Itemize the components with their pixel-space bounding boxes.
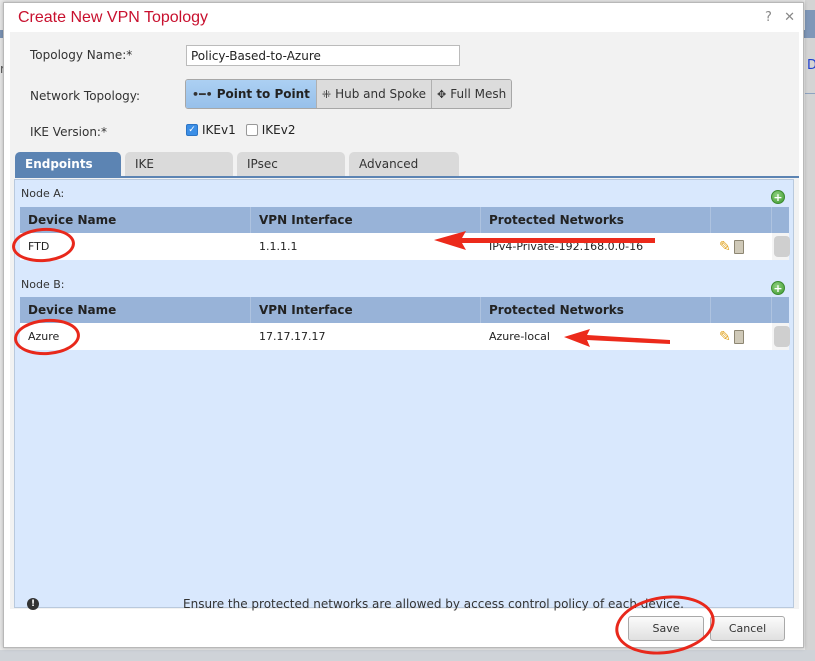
dialog-title: Create New VPN Topology xyxy=(18,9,209,26)
point-to-point-icon: •━• xyxy=(192,87,213,101)
protected-networks-cell: IPv4-Private-192.168.0.0-16 xyxy=(489,240,644,253)
help-icon[interactable]: ? xyxy=(765,10,772,25)
tab-bar: Endpoints IKE IPsec Advanced xyxy=(15,152,459,176)
node-b-table: Device Name VPN Interface Protected Netw… xyxy=(20,297,790,350)
tab-ipsec[interactable]: IPsec xyxy=(237,152,345,176)
delete-icon[interactable] xyxy=(733,239,744,254)
delete-icon[interactable] xyxy=(733,329,744,344)
close-icon[interactable]: ✕ xyxy=(784,10,795,25)
ike-version-label: IKE Version:* xyxy=(30,125,107,139)
tab-ike[interactable]: IKE xyxy=(125,152,233,176)
notice-text: Ensure the protected networks are allowe… xyxy=(183,597,684,611)
background-link[interactable]: D xyxy=(807,58,815,73)
protected-networks-cell: Azure-local xyxy=(489,330,550,343)
tab-endpoints[interactable]: Endpoints xyxy=(15,152,121,176)
vpn-interface-cell: 1.1.1.1 xyxy=(259,240,298,253)
hub-and-spoke-button[interactable]: ⁜ Hub and Spoke xyxy=(315,80,432,108)
node-b-label: Node B: xyxy=(21,278,65,291)
warning-icon: ! xyxy=(27,598,39,610)
topology-name-input[interactable] xyxy=(186,45,460,66)
hub-spoke-icon: ⁜ xyxy=(321,87,332,101)
device-name-cell: Azure xyxy=(28,330,60,343)
network-topology-label: Network Topology: xyxy=(30,89,141,103)
table-header: Device Name VPN Interface Protected Netw… xyxy=(20,207,789,233)
table-header: Device Name VPN Interface Protected Netw… xyxy=(20,297,789,323)
ikev2-checkbox[interactable]: IKEv2 xyxy=(245,123,295,137)
edit-icon[interactable]: ✎ xyxy=(719,239,731,255)
background-right-strip: D xyxy=(805,0,815,650)
column-vpn-interface[interactable]: VPN Interface xyxy=(251,297,481,323)
checkbox-checked-icon: ✓ xyxy=(186,124,198,136)
table-row[interactable]: FTD 1.1.1.1 IPv4-Private-192.168.0.0-16 … xyxy=(20,233,790,260)
create-vpn-topology-dialog: Create New VPN Topology ? ✕ Topology Nam… xyxy=(3,2,804,648)
edit-icon[interactable]: ✎ xyxy=(719,329,731,345)
tab-advanced[interactable]: Advanced xyxy=(349,152,459,176)
scrollbar[interactable] xyxy=(772,323,790,350)
table-row[interactable]: Azure 17.17.17.17 Azure-local ✎ xyxy=(20,323,790,350)
column-vpn-interface[interactable]: VPN Interface xyxy=(251,207,481,233)
ikev1-checkbox[interactable]: ✓ IKEv1 xyxy=(186,123,236,137)
point-to-point-button[interactable]: •━• Point to Point xyxy=(186,80,316,108)
dialog-content: Topology Name:* Network Topology: •━• Po… xyxy=(10,32,799,611)
column-protected-networks[interactable]: Protected Networks xyxy=(481,297,711,323)
full-mesh-button[interactable]: ✥ Full Mesh xyxy=(431,80,512,108)
column-device-name[interactable]: Device Name xyxy=(20,297,251,323)
cancel-button[interactable]: Cancel xyxy=(710,616,785,641)
node-a-table: Device Name VPN Interface Protected Netw… xyxy=(20,207,790,260)
vpn-interface-cell: 17.17.17.17 xyxy=(259,330,326,343)
add-node-b-icon[interactable]: + xyxy=(771,281,785,295)
full-mesh-icon: ✥ xyxy=(437,87,447,101)
column-protected-networks[interactable]: Protected Networks xyxy=(481,207,711,233)
column-device-name[interactable]: Device Name xyxy=(20,207,251,233)
endpoints-panel: Node A: + Device Name VPN Interface Prot… xyxy=(14,179,794,611)
device-name-cell: FTD xyxy=(28,240,50,253)
topology-name-label: Topology Name:* xyxy=(30,48,133,62)
node-a-label: Node A: xyxy=(21,187,65,200)
checkbox-unchecked-icon xyxy=(245,124,258,136)
ike-version-options: ✓ IKEv1 IKEv2 xyxy=(186,123,295,137)
add-node-a-icon[interactable]: + xyxy=(771,190,785,204)
network-topology-selector: •━• Point to Point ⁜ Hub and Spoke ✥ Ful… xyxy=(185,79,513,109)
save-button[interactable]: Save xyxy=(628,616,704,641)
scrollbar[interactable] xyxy=(772,233,790,260)
